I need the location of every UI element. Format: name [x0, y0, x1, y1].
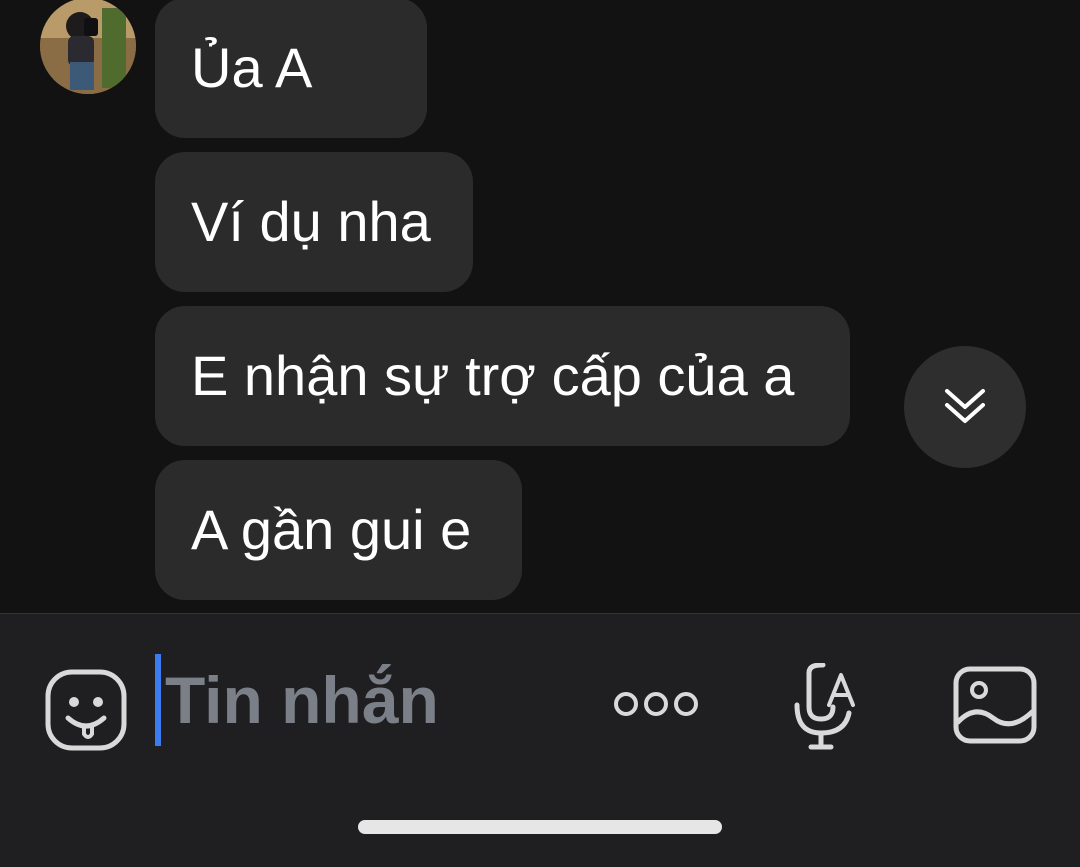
- more-options-button[interactable]: [606, 674, 706, 734]
- scroll-to-bottom-button[interactable]: [904, 346, 1026, 468]
- voice-to-text-button[interactable]: [790, 662, 866, 752]
- contact-avatar[interactable]: [40, 0, 136, 94]
- chat-area[interactable]: Ủa A Ví dụ nha E nhận sự trợ cấp của a A…: [0, 0, 1080, 613]
- gallery-button[interactable]: [950, 664, 1040, 746]
- message-text: Ủa A: [191, 36, 313, 99]
- emoji-icon: [45, 669, 127, 751]
- voice-to-text-icon: [794, 663, 855, 750]
- message-text: Ví dụ nha: [191, 190, 431, 253]
- double-chevron-down-icon: [945, 389, 985, 423]
- message-bubble[interactable]: Ví dụ nha: [155, 152, 473, 292]
- image-icon: [953, 666, 1037, 744]
- message-text: E nhận sự trợ cấp của a: [191, 344, 795, 407]
- message-bubble[interactable]: A gần gui e: [155, 460, 522, 600]
- message-text: A gần gui e: [191, 498, 472, 561]
- more-icon: [614, 692, 698, 716]
- avatar-photo: [40, 0, 136, 94]
- emoji-button[interactable]: [40, 664, 132, 756]
- message-input-placeholder: Tin nhắn: [165, 663, 439, 737]
- text-caret: [155, 654, 161, 746]
- message-bubble[interactable]: E nhận sự trợ cấp của a: [155, 306, 850, 446]
- message-bubble[interactable]: Ủa A: [155, 0, 427, 138]
- message-input[interactable]: Tin nhắn: [155, 654, 575, 746]
- home-indicator[interactable]: [358, 820, 722, 834]
